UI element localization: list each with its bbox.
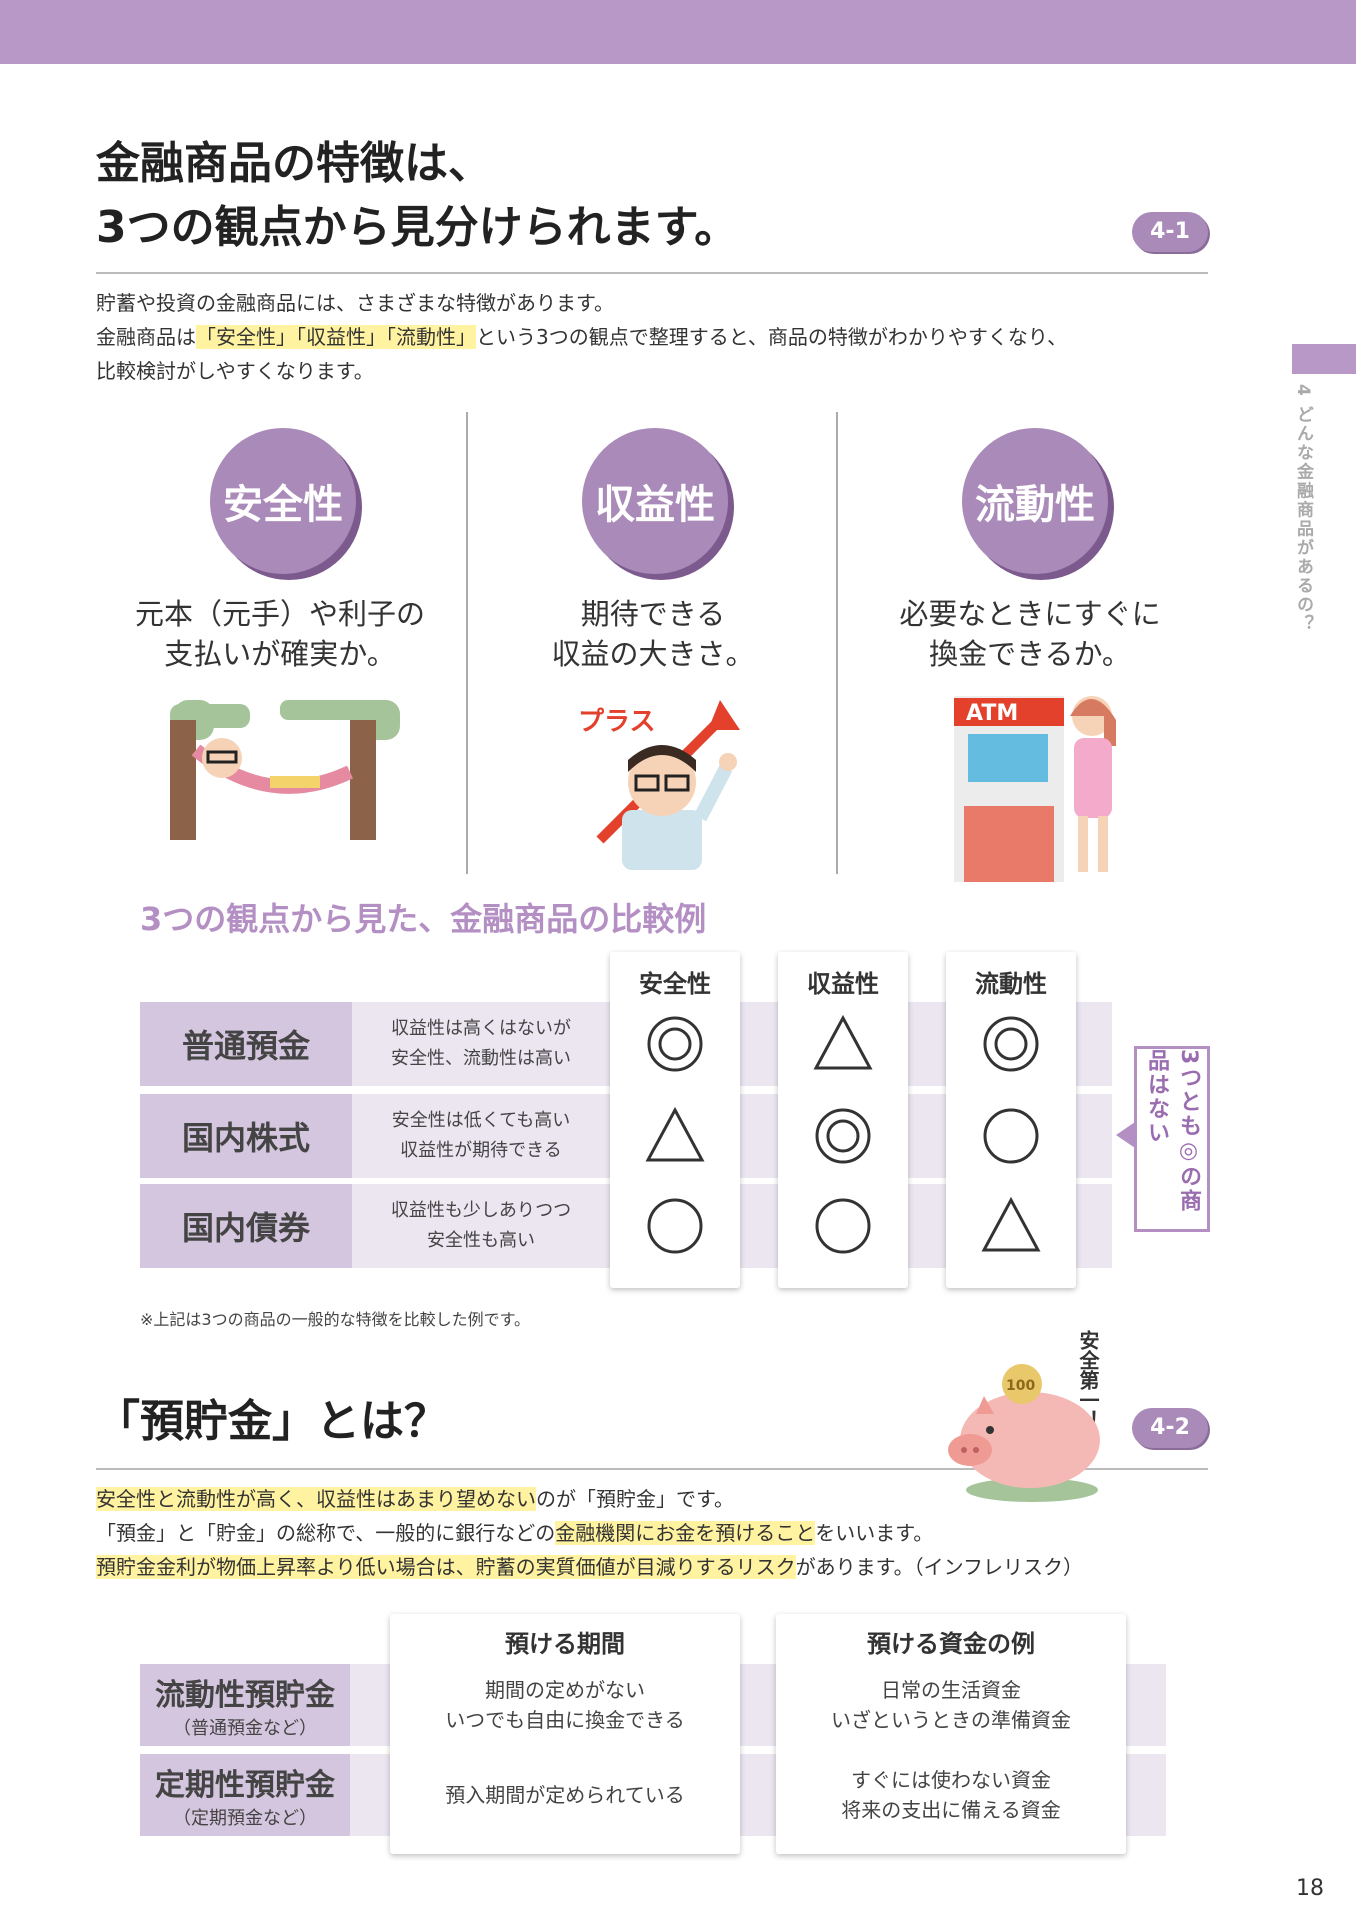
deposit-row-subtitle: （普通預金など） <box>173 1718 317 1739</box>
section2-body-line2: 「預金」と「貯金」の総称で、一般的に銀行などの金融機関にお金を預けることをいいま… <box>96 1516 1216 1550</box>
highlight-text: 金融機関にお金を預けること <box>555 1521 816 1545</box>
comparison-subtitle: 3つの観点から見た、金融商品の比較例 <box>140 900 707 938</box>
safety-desc-line1: 元本（元手）や利子の <box>134 597 425 631</box>
desc-line: 収益性も少しありつつ <box>390 1200 572 1221</box>
deposit-row-title: 定期性預貯金 <box>155 1768 335 1803</box>
deposit-funds-fixed: すぐには使わない資金 将来の支出に備える資金 <box>776 1754 1126 1836</box>
desc-line: 安全性は低くても高い <box>391 1110 571 1131</box>
row-name-kokunai-kabushiki: 国内株式 <box>140 1094 352 1178</box>
column-header-profitability: 収益性 <box>807 970 879 998</box>
piggy-bank-illustration: 安全第一！ 100 <box>948 1329 1100 1502</box>
body-text: 「預金」と「貯金」の総称で、一般的に銀行などの <box>96 1521 556 1545</box>
deposit-period-liquid: 期間の定めがないいつでも自由に換金できる <box>390 1664 740 1746</box>
section1-body-line1: 貯蓄や投資の金融商品には、さまざまな特徴があります。 <box>96 291 614 315</box>
row-desc-kokunai-saiken: 収益性も少しありつつ 安全性も高い <box>352 1184 610 1268</box>
liquidity-desc-line2: 換金できるか。 <box>929 637 1131 671</box>
row-desc-kokunai-kabushiki: 安全性は低くても高い 収益性が期待できる <box>352 1094 610 1178</box>
text-line: 期間の定めがない <box>484 1678 645 1702</box>
desc-line: 収益性は高くはないが <box>391 1018 571 1039</box>
section2-title: 「預貯金」とは？ <box>96 1396 448 1447</box>
circle-mark <box>815 1198 871 1254</box>
comparison-note: ※上記は3つの商品の一般的な特徴を比較した例です。 <box>140 1310 530 1329</box>
page-number: 18 <box>1296 1876 1324 1901</box>
section2-body-line3: 預貯金金利が物価上昇率より低い場合は、貯蓄の実質価値が目減りするリスクがあります… <box>96 1550 1216 1584</box>
highlight-three-perspectives: 「安全性」「収益性」「流動性」 <box>196 325 476 349</box>
deposit-column-header-funds: 預ける資金の例 <box>867 1630 1035 1658</box>
deposit-row-name-fixed: 定期性預貯金 （定期預金など） <box>140 1754 350 1836</box>
atm-illustration: ATM <box>954 696 1116 882</box>
body-text: のが「預貯金」です。 <box>536 1487 734 1511</box>
deposit-row-name-liquid: 流動性預貯金 （普通預金など） <box>140 1664 350 1746</box>
row-name-futsu-yokin: 普通預金 <box>140 1002 352 1086</box>
safety-circle: 安全性 <box>210 428 356 574</box>
section2-badge: 4-2 <box>1132 1408 1208 1448</box>
deposit-period-fixed: 預入期間が定められている <box>390 1754 740 1836</box>
side-chapter-tab <box>1292 344 1356 374</box>
highlight-text: 預貯金金利が物価上昇率より低い場合は、貯蓄の実質価値が目減りするリスク <box>96 1555 796 1579</box>
liquidity-description: 必要なときにすぐに 換金できるか。 <box>840 594 1220 674</box>
section1-body-line2: 金融商品は「安全性」「収益性」「流動性」という3つの観点で整理すると、商品の特徴… <box>96 320 1216 354</box>
text-line: 預入期間が定められている <box>445 1783 685 1807</box>
highlight-text: 安全性と流動性が高く、収益性はあまり望めない <box>96 1487 536 1511</box>
column-divider <box>836 412 838 874</box>
deposit-column-header-period: 預ける期間 <box>505 1630 625 1658</box>
section1-title-line1: 金融商品の特徴は、 <box>96 138 492 189</box>
row-name-kokunai-saiken: 国内債券 <box>140 1184 352 1268</box>
body-text: があります。（インフレリスク） <box>795 1555 1084 1579</box>
plus-man-illustration: プラス <box>578 700 740 870</box>
profitability-circle: 収益性 <box>582 428 728 574</box>
triangle-mark <box>813 1014 873 1070</box>
double-circle-mark <box>983 1016 1039 1072</box>
double-circle-mark <box>647 1016 703 1072</box>
section1-title-line2: 3つの観点から見分けられます。 <box>96 202 739 253</box>
top-bar <box>0 0 1356 64</box>
section2-body-line1: 安全性と流動性が高く、収益性はあまり望めないのが「預貯金」です。 <box>96 1482 1216 1516</box>
atm-label: ATM <box>966 701 1018 726</box>
text-line: いつでも自由に換金できる <box>445 1708 685 1732</box>
circle-mark <box>647 1198 703 1254</box>
section1-badge: 4-1 <box>1132 212 1208 252</box>
circle-mark <box>983 1108 1039 1164</box>
section1-body: 貯蓄や投資の金融商品には、さまざまな特徴があります。 金融商品は「安全性」「収益… <box>96 286 1216 388</box>
profitability-description: 期待できる 収益の大きさ。 <box>470 594 836 674</box>
side-chapter-label: 4 どんな金融商品があるの？ <box>1293 384 1313 634</box>
column-header-safety: 安全性 <box>639 970 711 998</box>
safety-description: 元本（元手）や利子の 支払いが確実か。 <box>100 594 460 674</box>
triangle-mark <box>981 1196 1041 1252</box>
plus-text: プラス <box>578 707 655 737</box>
text-line: 日常の生活資金 <box>881 1678 1021 1702</box>
body-text: という3つの観点で整理すると、商品の特徴がわかりやすくなり、 <box>476 325 1068 349</box>
text-line: すぐには使わない資金 <box>851 1768 1051 1792</box>
desc-line: 安全性、流動性は高い <box>391 1048 571 1069</box>
hammock-illustration <box>170 700 400 840</box>
double-circle-mark <box>815 1108 871 1164</box>
column-header-liquidity: 流動性 <box>975 970 1047 998</box>
row-desc-futsu-yokin: 収益性は高くはないが 安全性、流動性は高い <box>352 1002 610 1086</box>
column-divider <box>466 412 468 874</box>
liquidity-circle: 流動性 <box>962 428 1108 574</box>
deposit-row-title: 流動性預貯金 <box>155 1678 335 1713</box>
liquidity-desc-line1: 必要なときにすぐに <box>899 597 1161 631</box>
body-text: をいいます。 <box>815 1521 934 1545</box>
text-line: 将来の支出に備える資金 <box>841 1798 1061 1822</box>
callout-none-all-double: 3つとも◎の商品はない <box>1134 1046 1210 1232</box>
text-line: いざというときの準備資金 <box>831 1708 1071 1732</box>
body-text: 金融商品は <box>96 325 196 349</box>
section1-body-line3: 比較検討がしやすくなります。 <box>96 359 374 383</box>
deposit-funds-liquid: 日常の生活資金いざというときの準備資金 <box>776 1664 1126 1746</box>
section2-body: 安全性と流動性が高く、収益性はあまり望めないのが「預貯金」です。 「預金」と「貯… <box>96 1482 1216 1584</box>
profitability-desc-line1: 期待できる <box>580 597 726 631</box>
deposit-row-subtitle: （定期預金など） <box>173 1808 317 1829</box>
triangle-mark <box>645 1106 705 1162</box>
coin-text: 100 <box>1006 1378 1035 1394</box>
desc-line: 安全性も高い <box>427 1230 535 1251</box>
safety-desc-line2: 支払いが確実か。 <box>164 637 396 671</box>
section1-rule <box>96 272 1208 274</box>
profitability-desc-line2: 収益の大きさ。 <box>551 637 755 671</box>
desc-line: 収益性が期待できる <box>400 1140 562 1161</box>
